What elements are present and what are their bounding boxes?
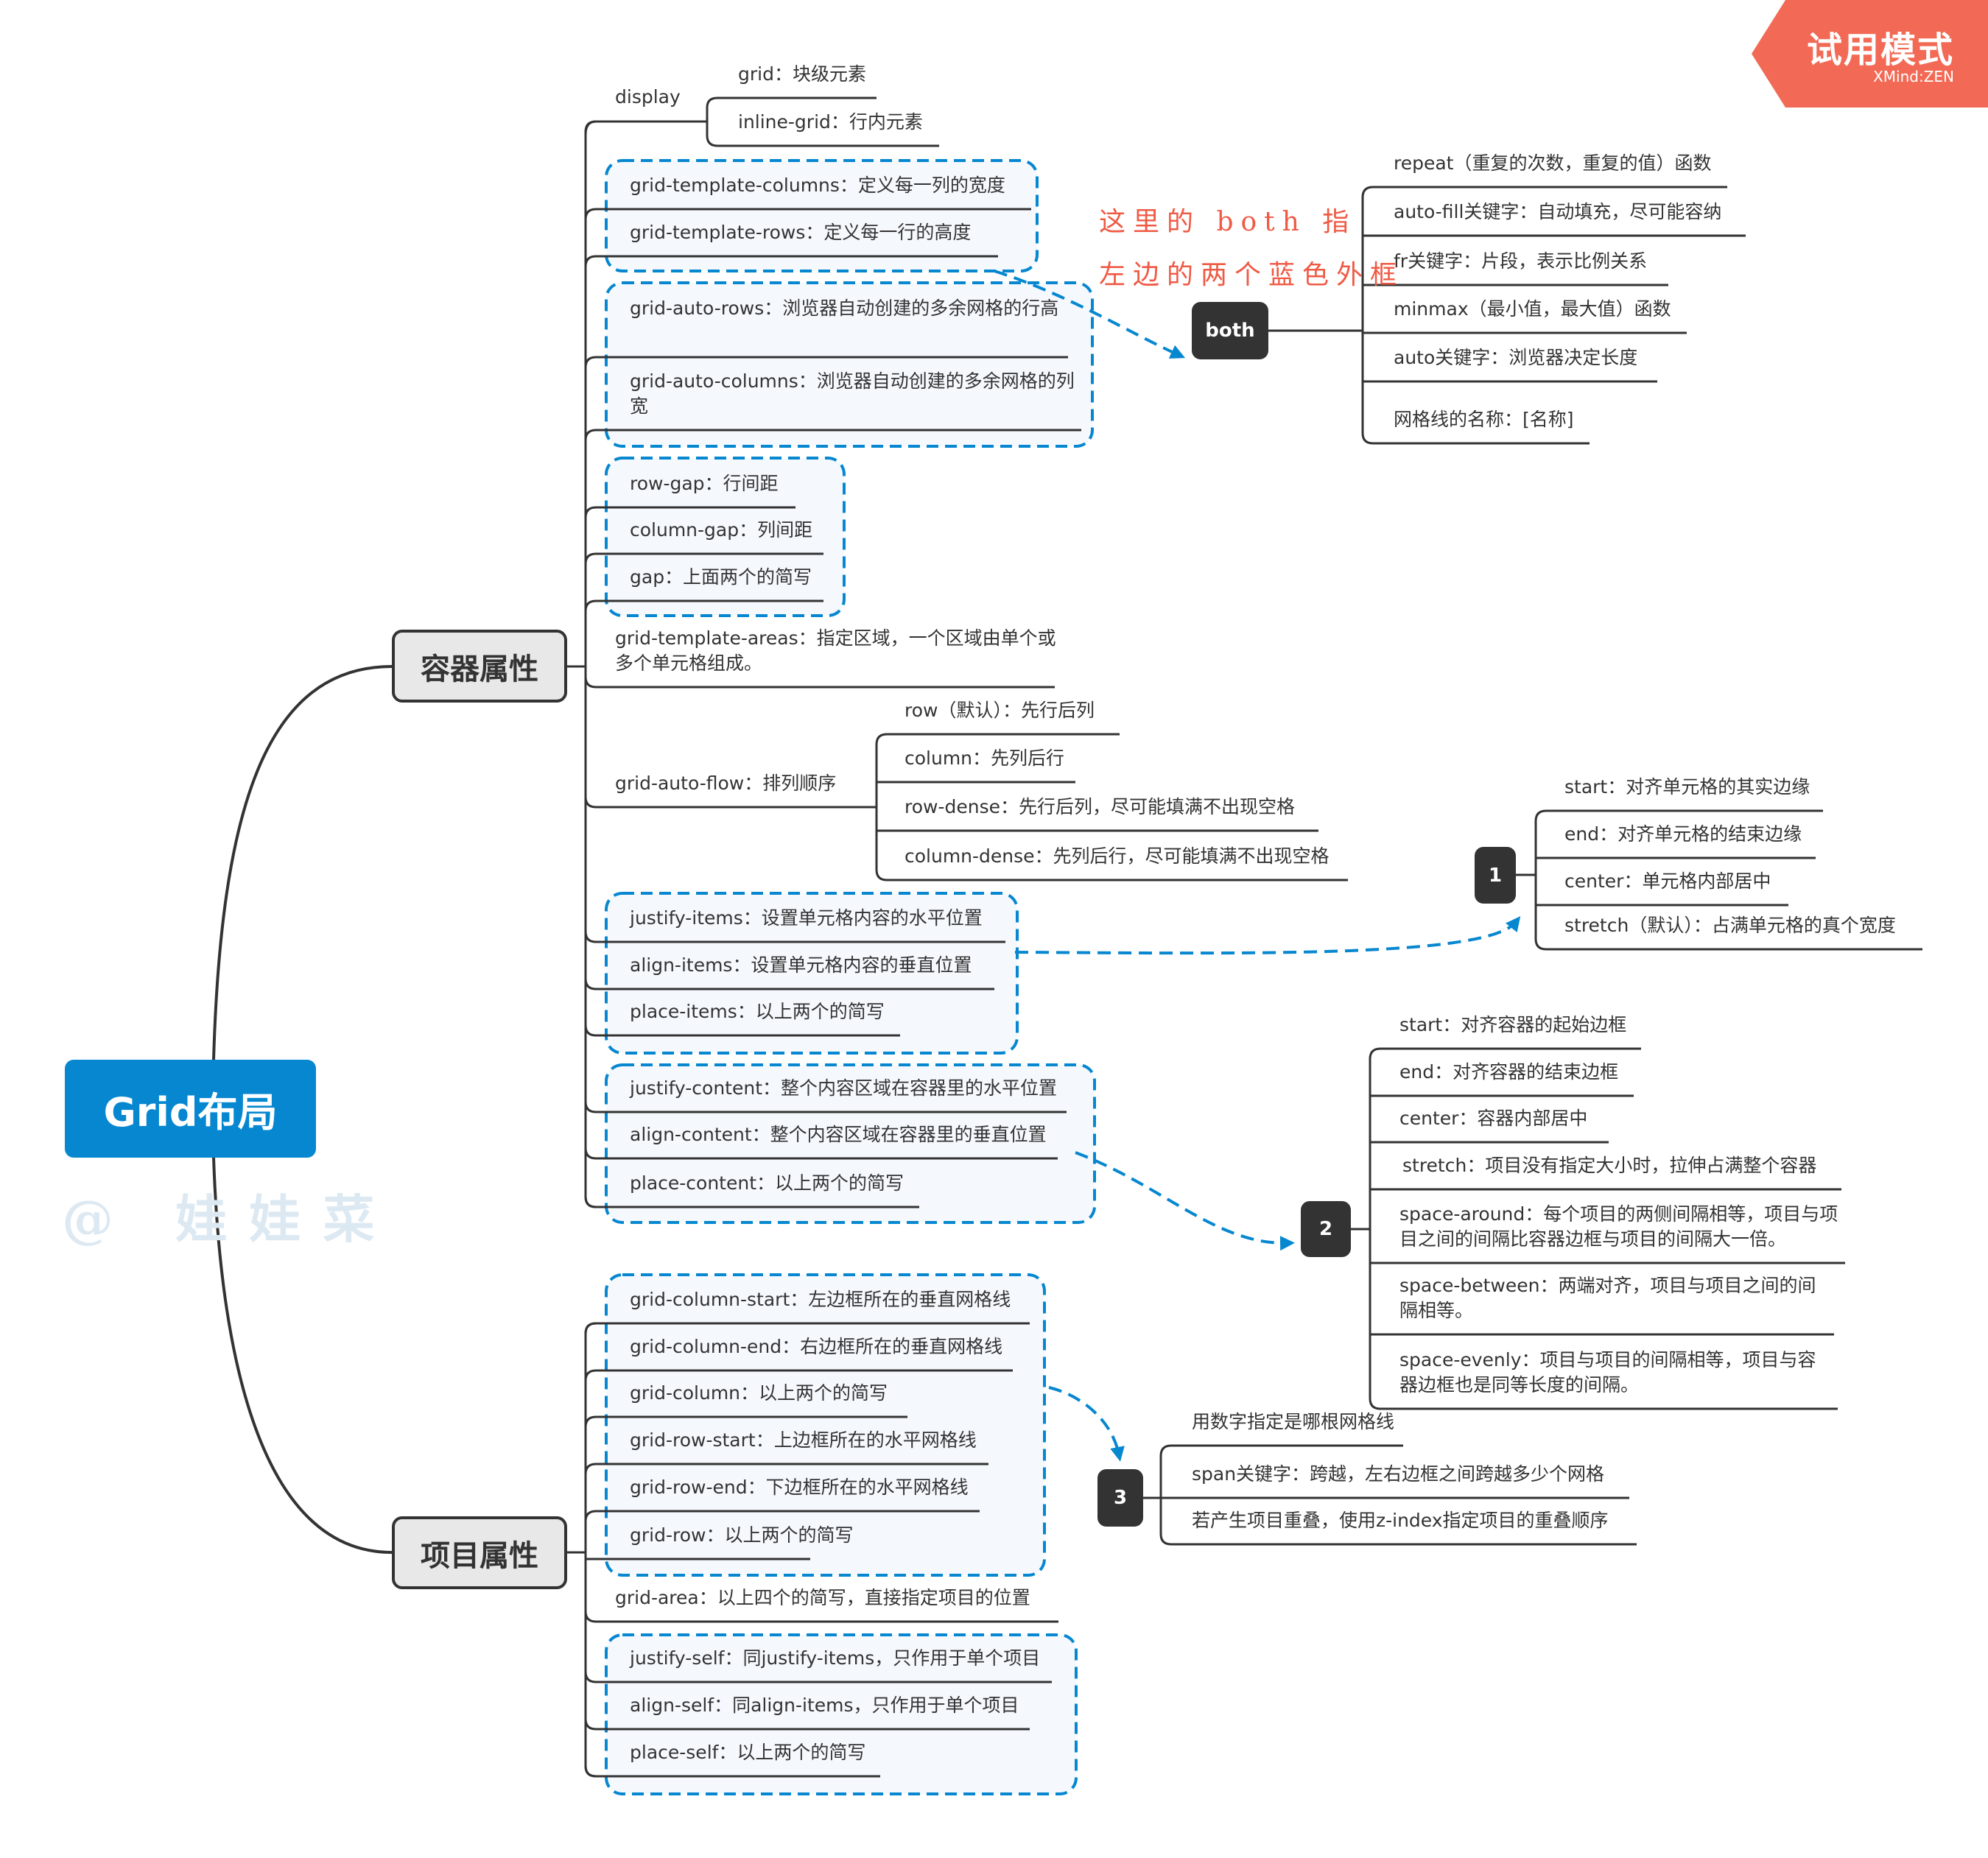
leaf-grid-auto-rows[interactable]: grid-auto-rows：浏览器自动创建的多余网格的行高 [630,296,1072,321]
badge-title: 试用模式 [1806,29,1954,71]
leaf-n2-space-around[interactable]: space-around：每个项目的两侧间隔相等，项目与项目之间的间隔比容器边框… [1399,1202,1841,1252]
leaf-n2-space-evenly[interactable]: space-evenly：项目与项目的间隔相等，项目与容器边框也是同等长度的间隔… [1399,1348,1834,1398]
leaf-grid-row-start[interactable]: grid-row-start：上边框所在的水平网格线 [630,1428,977,1453]
leaf-n1-center[interactable]: center：单元格内部居中 [1564,869,1771,894]
leaf-column-gap[interactable]: column-gap：列间距 [630,518,812,543]
topic-label: 容器属性 [421,652,538,686]
root-topic-label: Grid布局 [103,1089,278,1136]
topic-node-1[interactable]: 1 [1475,847,1516,904]
leaf-place-items[interactable]: place-items：以上两个的简写 [630,999,885,1024]
leaf-display-grid[interactable]: grid：块级元素 [738,62,866,87]
annotation-note-line1: 这里的 both 指 [1099,207,1357,237]
topic-item-properties[interactable]: 项目属性 [392,1516,567,1589]
leaf-gap[interactable]: gap：上面两个的简写 [630,565,812,590]
leaf-n1-stretch[interactable]: stretch（默认）：占满单元格的真个宽度 [1564,913,1896,938]
leaf-fr[interactable]: fr关键字：片段，表示比例关系 [1394,249,1647,274]
topic-label: 3 [1113,1487,1128,1509]
leaf-grid-template-columns[interactable]: grid-template-columns：定义每一列的宽度 [630,173,1005,198]
leaf-n2-end[interactable]: end：对齐容器的结束边框 [1399,1060,1618,1085]
leaf-flow-row-dense[interactable]: row-dense：先行后列，尽可能填满不出现空格 [905,795,1295,820]
leaf-n2-space-between[interactable]: space-between：两端对齐，项目与项目之间的间隔相等。 [1399,1273,1834,1323]
leaf-grid-column-start[interactable]: grid-column-start：左边框所在的垂直网格线 [630,1287,1011,1312]
leaf-justify-items[interactable]: justify-items：设置单元格内容的水平位置 [630,906,983,931]
mindmap-canvas: Grid布局 容器属性 项目属性 both 1 2 3 display grid：… [0,0,1988,1858]
leaf-n3-span[interactable]: span关键字：跨越，左右边框之间跨越多少个网格 [1192,1462,1604,1487]
author-watermark: @ 娃娃菜 [62,1189,397,1250]
leaf-justify-content[interactable]: justify-content：整个内容区域在容器里的水平位置 [630,1076,1057,1101]
topic-label: 1 [1488,864,1503,887]
leaf-n1-start[interactable]: start：对齐单元格的其实边缘 [1564,775,1810,800]
topic-label: 2 [1318,1218,1333,1240]
leaf-n1-end[interactable]: end：对齐单元格的结束边缘 [1564,822,1802,847]
branch-grid-auto-flow[interactable]: grid-auto-flow：排列顺序 [615,771,836,796]
leaf-n3-number[interactable]: 用数字指定是哪根网格线 [1192,1410,1394,1435]
leaf-align-content[interactable]: align-content：整个内容区域在容器里的垂直位置 [630,1122,1047,1147]
leaf-minmax[interactable]: minmax（最小值，最大值）函数 [1394,297,1671,322]
leaf-grid-column-end[interactable]: grid-column-end：右边框所在的垂直网格线 [630,1334,1002,1359]
leaf-grid-row-end[interactable]: grid-row-end：下边框所在的水平网格线 [630,1475,969,1500]
leaf-grid-template-areas[interactable]: grid-template-areas：指定区域，一个区域由单个或多个单元格组成… [615,626,1057,676]
leaf-grid-area[interactable]: grid-area：以上四个的简写，直接指定项目的位置 [615,1586,1030,1611]
topic-label: 项目属性 [421,1538,538,1573]
leaf-grid-template-rows[interactable]: grid-template-rows：定义每一行的高度 [630,220,971,245]
leaf-align-self[interactable]: align-self：同align-items，只作用于单个项目 [630,1693,1019,1718]
topic-container-properties[interactable]: 容器属性 [392,630,567,703]
leaf-n3-z-index[interactable]: 若产生项目重叠，使用z-index指定项目的重叠顺序 [1192,1508,1609,1533]
leaf-auto-fill[interactable]: auto-fill关键字：自动填充，尽可能容纳 [1394,200,1721,225]
leaf-align-items[interactable]: align-items：设置单元格内容的垂直位置 [630,953,972,978]
trial-mode-badge[interactable]: 试用模式 XMind:ZEN [1734,0,1988,108]
leaf-flow-row[interactable]: row（默认）：先行后列 [905,698,1095,723]
topic-both[interactable]: both [1192,302,1268,359]
leaf-n2-start[interactable]: start：对齐容器的起始边框 [1399,1013,1626,1038]
branch-display[interactable]: display [615,85,681,110]
leaf-row-gap[interactable]: row-gap：行间距 [630,471,779,496]
leaf-n2-stretch[interactable]: stretch：项目没有指定大小时，拉伸占满整个容器 [1402,1153,1816,1178]
leaf-flow-column-dense[interactable]: column-dense：先列后行，尽可能填满不出现空格 [905,844,1330,869]
leaf-grid-column[interactable]: grid-column：以上两个的简写 [630,1381,888,1406]
leaf-grid-row[interactable]: grid-row：以上两个的简写 [630,1523,853,1548]
badge-subtitle: XMind:ZEN [1873,68,1954,85]
leaf-grid-auto-columns[interactable]: grid-auto-columns：浏览器自动创建的多余网格的列宽 [630,369,1079,419]
leaf-line-names[interactable]: 网格线的名称：[名称] [1394,407,1574,432]
topic-node-3[interactable]: 3 [1097,1469,1143,1527]
topic-node-2[interactable]: 2 [1301,1201,1351,1257]
topic-label: both [1205,320,1255,342]
leaf-display-inline-grid[interactable]: inline-grid：行内元素 [738,110,923,135]
leaf-place-self[interactable]: place-self：以上两个的简写 [630,1740,865,1765]
leaf-place-content[interactable]: place-content：以上两个的简写 [630,1171,904,1196]
root-topic[interactable]: Grid布局 [65,1060,316,1158]
annotation-note-line2: 左边的两个蓝色外框 [1099,260,1405,290]
leaf-repeat[interactable]: repeat（重复的次数，重复的值）函数 [1394,151,1711,176]
leaf-flow-column[interactable]: column：先列后行 [905,746,1064,771]
leaf-justify-self[interactable]: justify-self：同justify-items，只作用于单个项目 [630,1646,1040,1671]
leaf-n2-center[interactable]: center：容器内部居中 [1399,1106,1587,1131]
leaf-auto-keyword[interactable]: auto关键字：浏览器决定长度 [1394,345,1637,370]
